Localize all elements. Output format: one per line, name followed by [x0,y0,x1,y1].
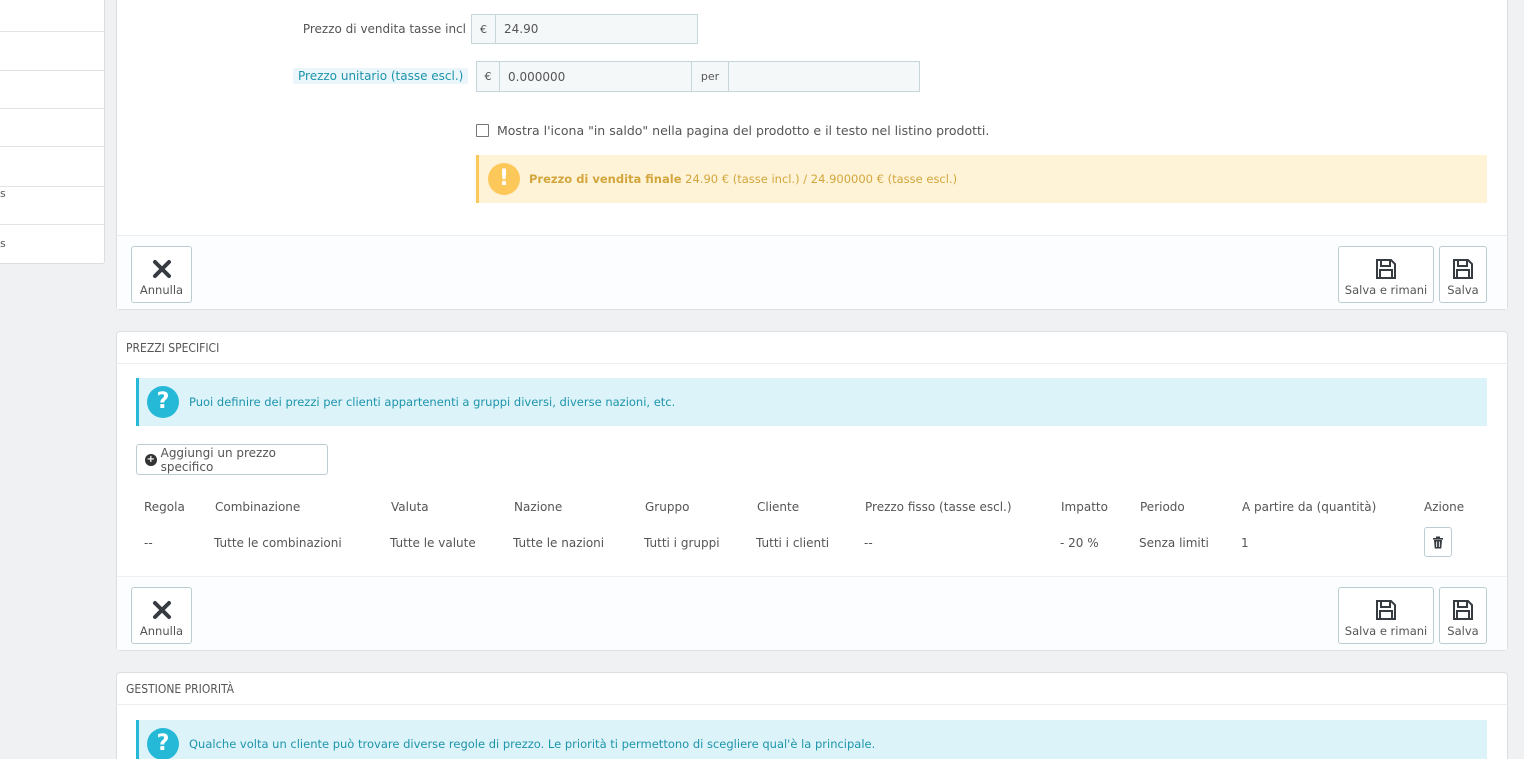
on-sale-label[interactable]: Mostra l'icona "in saldo" nella pagina d… [497,123,989,138]
floppy-disk-icon [1453,600,1473,620]
cancel-button[interactable]: Annulla [131,587,192,644]
save-and-stay-label: Salva e rimani [1344,283,1428,297]
sidebar-item[interactable] [0,147,104,187]
add-specific-price-button[interactable]: + Aggiungi un prezzo specifico [136,444,328,475]
col-header-rule: Regola [144,500,185,514]
floppy-disk-icon [1453,259,1473,279]
table-cell: Tutte le valute [390,536,476,550]
col-header-country: Nazione [514,500,563,514]
question-icon: ? [147,728,179,759]
save-label: Salva [1447,283,1479,297]
currency-addon: € [471,14,496,44]
close-icon [152,260,171,278]
priority-info-alert: ? Qualche volta un cliente può trovare d… [136,720,1487,759]
final-price-text: Prezzo di vendita finale 24.90 € (tasse … [529,172,957,186]
sidebar-item-label: s [0,237,6,250]
scrollbar[interactable] [1518,0,1524,759]
cancel-label: Annulla [139,283,184,297]
cancel-label: Annulla [139,624,184,638]
table-cell: Tutte le nazioni [513,536,605,550]
table-cell: Tutti i clienti [756,536,830,550]
currency-addon: € [476,61,500,92]
cancel-button[interactable]: Annulla [131,246,192,303]
sidebar-item[interactable] [0,109,104,147]
unit-price-input-group: € 0.000000 per [476,61,920,92]
pricing-footer [117,235,1507,309]
add-specific-price-label: Aggiungi un prezzo specifico [160,445,276,474]
save-and-stay-label: Salva e rimani [1344,624,1428,638]
unit-type-input[interactable] [729,61,920,92]
save-button[interactable]: Salva [1439,587,1487,644]
specific-prices-footer [117,576,1507,650]
priority-info-text: Qualche volta un cliente può trovare div… [189,737,876,751]
close-icon [152,601,171,619]
unit-price-label: Prezzo unitario (tasse escl.) [293,68,469,84]
col-header-customer: Cliente [757,500,800,514]
col-header-combination: Combinazione [215,500,301,514]
priority-title: GESTIONE PRIORITÀ [117,673,1507,705]
save-and-stay-button[interactable]: Salva e rimani [1338,587,1434,644]
sidebar-item[interactable] [0,0,104,32]
save-label: Salva [1447,624,1479,638]
specific-prices-info-alert: ? Puoi definire dei prezzi per clienti a… [136,378,1487,426]
unit-price-input[interactable]: 0.000000 [500,61,692,92]
final-price-value: 24.90 € (tasse incl.) / 24.900000 € (tas… [681,172,958,186]
sale-price-input-group: € 24.90 [471,14,698,44]
specific-prices-title: PREZZI SPECIFICI [117,332,1507,364]
specific-prices-info-text: Puoi definire dei prezzi per clienti app… [189,395,676,409]
sidebar: s s [0,0,105,264]
table-cell: -- [864,536,873,550]
exclamation-icon: ! [488,163,520,195]
sidebar-item[interactable]: s [0,225,104,263]
final-price-alert: ! Prezzo di vendita finale 24.90 € (tass… [476,155,1487,203]
table-cell: - 20 % [1060,536,1099,550]
col-header-period: Periodo [1140,500,1185,514]
col-header-impact: Impatto [1061,500,1108,514]
unit-per-addon: per [692,61,729,92]
sidebar-item[interactable]: s [0,187,104,225]
on-sale-checkbox[interactable] [476,124,489,137]
col-header-from-quantity: A partire da (quantità) [1242,500,1377,514]
trash-icon [1433,536,1443,548]
col-header-currency: Valuta [391,500,429,514]
table-cell: Tutte le combinazioni [214,536,342,550]
sidebar-item-label: s [0,187,6,200]
sidebar-item[interactable] [0,71,104,109]
sidebar-item[interactable] [0,32,104,71]
question-icon: ? [147,386,179,418]
plus-circle-icon: + [145,453,157,466]
delete-button[interactable] [1424,527,1452,557]
sale-price-input[interactable]: 24.90 [496,14,698,44]
save-button[interactable]: Salva [1439,246,1487,303]
table-cell: -- [144,536,153,550]
col-header-action: Azione [1424,500,1465,514]
table-cell: Tutti i gruppi [644,536,720,550]
col-header-group: Gruppo [645,500,690,514]
sale-price-label: Prezzo di vendita tasse incl [302,22,466,36]
final-price-strong: Prezzo di vendita finale [529,172,682,186]
floppy-disk-icon [1376,600,1396,620]
save-and-stay-button[interactable]: Salva e rimani [1338,246,1434,303]
table-cell: Senza limiti [1139,536,1209,550]
floppy-disk-icon [1376,259,1396,279]
col-header-fixed-price: Prezzo fisso (tasse escl.) [865,500,1012,514]
table-cell: 1 [1241,536,1249,550]
